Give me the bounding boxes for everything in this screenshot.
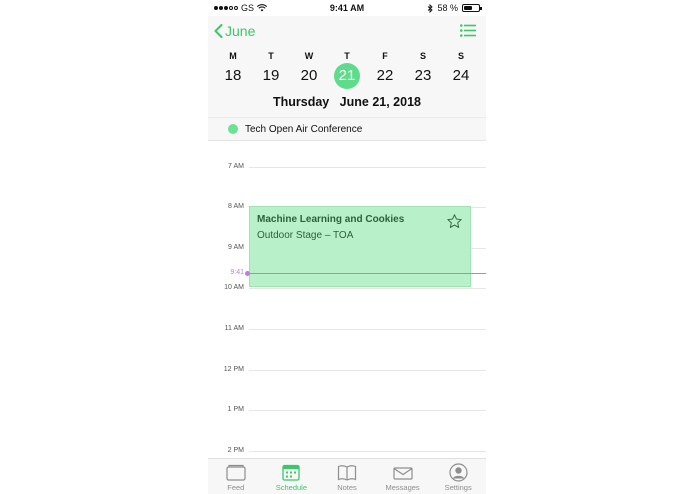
current-time-label: 9:41 — [230, 269, 244, 276]
battery-percent: 58 % — [437, 3, 458, 13]
status-right: 58 % — [427, 3, 482, 13]
day-tuesday[interactable]: T 19 — [255, 51, 287, 89]
day-timeline[interactable]: 7 AM 8 AM 9 AM 10 AM 11 AM 12 PM 1 PM 2 — [208, 141, 486, 458]
day-letter: S — [457, 51, 464, 61]
day-letter: T — [344, 51, 350, 61]
hour-row: 7 AM — [208, 163, 486, 170]
person-icon — [449, 462, 468, 482]
hour-row: 12 PM — [208, 366, 486, 373]
envelope-icon — [392, 466, 413, 480]
feed-icon — [226, 464, 246, 481]
day-letter: W — [304, 51, 314, 61]
hour-label: 7 AM — [228, 163, 244, 170]
tab-label: Schedule — [275, 483, 308, 492]
day-number: 24 — [452, 67, 470, 84]
event-title: Machine Learning and Cookies — [257, 214, 405, 225]
book-icon — [337, 464, 357, 481]
hour-gridline — [249, 329, 486, 330]
day-saturday[interactable]: S 23 — [407, 51, 439, 89]
hour-label: 11 AM — [224, 325, 244, 332]
status-bar: GS 9:41 AM 58 % — [208, 0, 486, 16]
day-number: 20 — [300, 67, 318, 84]
all-day-event[interactable]: Tech Open Air Conference — [208, 117, 486, 141]
hour-label: 1 PM — [227, 406, 244, 413]
selected-date-title: Thursday June 21, 2018 — [273, 95, 421, 109]
hour-row: 10 AM — [208, 284, 486, 291]
hour-row: 11 AM — [208, 325, 486, 332]
day-friday[interactable]: F 22 — [369, 51, 401, 89]
hour-label: 12 PM — [223, 366, 244, 373]
day-thursday-selected[interactable]: T 21 — [331, 51, 363, 89]
day-number: 18 — [224, 67, 242, 84]
calendar-header: June M 18 T 19 W 20 T 21 F 22 S 23 S 24 … — [208, 16, 486, 117]
calendar-icon — [282, 464, 301, 481]
tab-notes[interactable]: Notes — [319, 459, 375, 494]
current-time-line — [248, 273, 486, 274]
day-letter: T — [268, 51, 274, 61]
back-label: June — [225, 23, 256, 39]
tab-messages[interactable]: Messages — [375, 459, 431, 494]
battery-fill — [464, 6, 473, 10]
hour-gridline — [249, 410, 486, 411]
day-sunday[interactable]: S 24 — [445, 51, 477, 89]
hour-label: 10 AM — [224, 284, 244, 291]
day-wednesday[interactable]: W 20 — [293, 51, 325, 89]
day-letter: S — [419, 51, 426, 61]
list-view-button[interactable] — [460, 24, 476, 42]
list-icon — [460, 24, 476, 37]
tab-settings[interactable]: Settings — [430, 459, 486, 494]
back-button[interactable]: June — [214, 23, 255, 39]
hour-row: 2 PM — [208, 447, 486, 454]
tab-label: Settings — [444, 483, 472, 492]
event-block[interactable]: Machine Learning and Cookies Outdoor Sta… — [249, 206, 471, 287]
tab-label: Messages — [385, 483, 420, 492]
battery-icon — [462, 4, 482, 12]
phone-screen: GS 9:41 AM 58 % June M 18 T 19 W 20 T 21… — [208, 0, 486, 494]
star-outline-icon[interactable] — [446, 213, 463, 230]
day-number-selected: 21 — [334, 63, 360, 89]
hour-gridline — [249, 167, 486, 168]
hour-gridline — [249, 288, 486, 289]
tab-label: Feed — [227, 483, 245, 492]
day-monday[interactable]: M 18 — [217, 51, 249, 89]
day-letter: F — [382, 51, 388, 61]
day-letter: M — [229, 51, 237, 61]
hour-label: 8 AM — [228, 203, 244, 210]
tab-schedule[interactable]: Schedule — [264, 459, 320, 494]
hour-label: 2 PM — [227, 447, 244, 454]
day-number: 23 — [414, 67, 432, 84]
week-strip: M 18 T 19 W 20 T 21 F 22 S 23 S 24 — [212, 51, 482, 89]
hour-label: 9 AM — [228, 244, 244, 251]
event-color-dot — [228, 124, 238, 134]
hour-gridline — [249, 451, 486, 452]
day-number: 22 — [376, 67, 394, 84]
tab-feed[interactable]: Feed — [208, 459, 264, 494]
hour-gridline — [249, 370, 486, 371]
all-day-event-title: Tech Open Air Conference — [245, 123, 363, 135]
tab-bar: Feed Schedule Notes Messages Settings — [208, 458, 486, 494]
tab-label: Notes — [337, 483, 357, 492]
bluetooth-icon — [428, 3, 434, 13]
chevron-left-icon — [214, 24, 223, 38]
hour-row: 1 PM — [208, 406, 486, 413]
day-number: 19 — [262, 67, 280, 84]
event-location: Outdoor Stage – TOA — [257, 230, 354, 241]
